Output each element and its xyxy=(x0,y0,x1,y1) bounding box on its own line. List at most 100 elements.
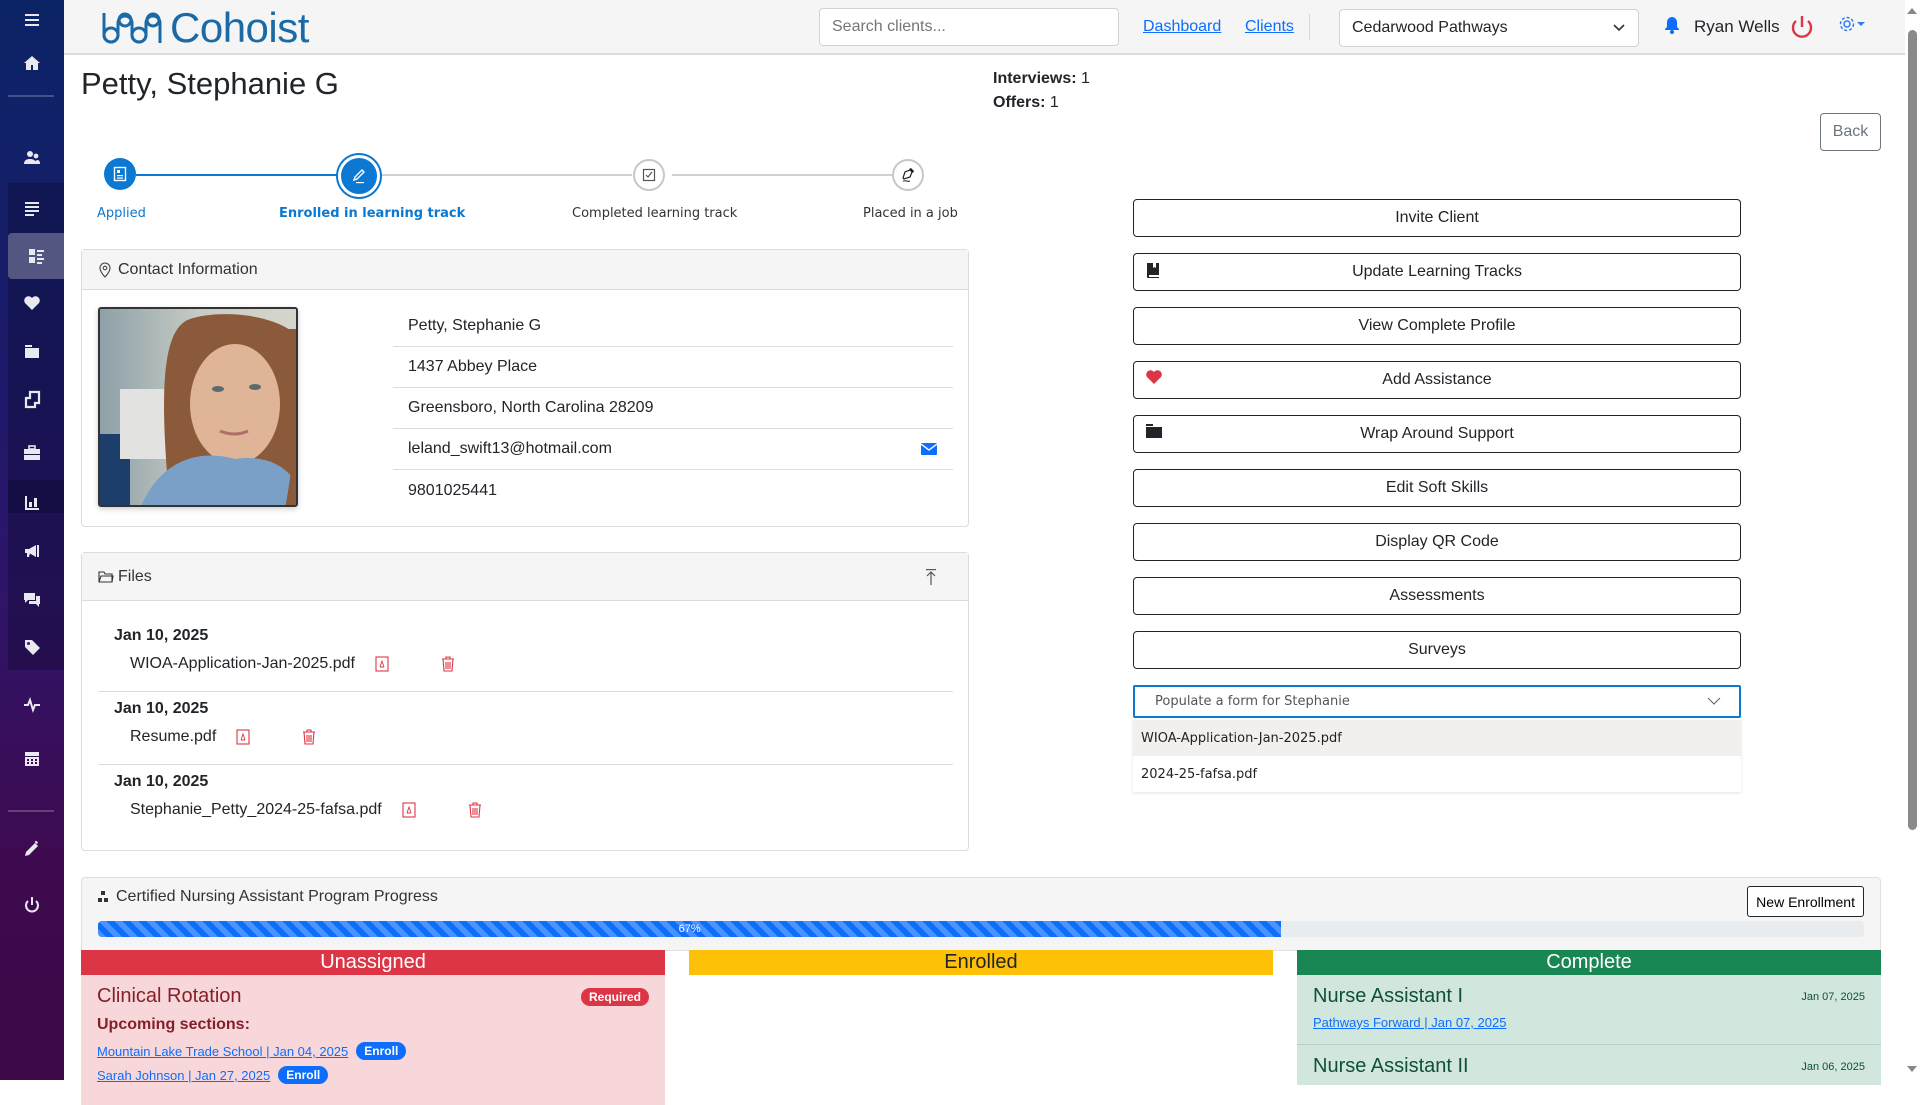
sidebar-item-announcements[interactable] xyxy=(0,528,64,574)
section-link[interactable]: Sarah Johnson | Jan 27, 2025 xyxy=(97,1068,270,1083)
program-title: Certified Nursing Assistant Program Prog… xyxy=(116,888,438,905)
cohoist-logo-icon xyxy=(102,12,162,44)
step-placed[interactable] xyxy=(892,159,924,191)
contact-name: Petty, Stephanie G xyxy=(393,306,953,347)
trash-icon[interactable] xyxy=(302,729,316,745)
sidebar-item-edit[interactable] xyxy=(0,826,64,872)
megaphone-icon xyxy=(25,545,39,557)
file-date: Jan 10, 2025 xyxy=(114,700,209,717)
sidebar-item-folder[interactable] xyxy=(0,328,64,374)
files-card-header: Files xyxy=(82,553,968,601)
sidebar-item-list[interactable] xyxy=(0,185,64,231)
sidebar-item-documents[interactable] xyxy=(0,376,64,422)
notifications-button[interactable] xyxy=(1664,16,1680,39)
pdf-icon[interactable] xyxy=(236,729,250,745)
contact-name-text: Petty, Stephanie G xyxy=(408,317,542,334)
sidebar-item-messages[interactable] xyxy=(0,576,64,622)
page-scrollbar[interactable] xyxy=(1905,0,1920,1080)
contact-address-line1: 1437 Abbey Place xyxy=(393,347,953,388)
pdf-icon[interactable] xyxy=(375,656,389,672)
sidebar-item-home[interactable] xyxy=(0,40,64,86)
sidebar-item-reports[interactable] xyxy=(0,480,64,526)
nav-clients-link[interactable]: Clients xyxy=(1245,18,1294,36)
step-connector xyxy=(672,174,892,176)
form-option[interactable]: WIOA-Application-Jan-2025.pdf xyxy=(1133,720,1741,756)
step-label-completed: Completed learning track xyxy=(572,206,738,221)
scroll-up-arrow[interactable] xyxy=(1907,8,1917,14)
column-enrolled: Enrolled xyxy=(689,950,1273,975)
nav-dashboard-link[interactable]: Dashboard xyxy=(1143,18,1221,36)
envelope-icon[interactable] xyxy=(921,443,937,455)
new-enrollment-button[interactable]: New Enrollment xyxy=(1747,886,1864,917)
sidebar-item-assistance[interactable] xyxy=(0,280,64,326)
wrap-around-support-button[interactable]: Wrap Around Support xyxy=(1133,415,1741,453)
invite-client-button[interactable]: Invite Client xyxy=(1133,199,1741,237)
menu-toggle[interactable] xyxy=(0,0,64,40)
upload-icon[interactable] xyxy=(924,568,938,586)
display-qr-code-label: Display QR Code xyxy=(1375,533,1499,550)
file-divider xyxy=(98,764,953,765)
populate-form-select[interactable]: Populate a form for Stephanie xyxy=(1133,685,1741,718)
display-qr-code-button[interactable]: Display QR Code xyxy=(1133,523,1741,561)
invite-client-label: Invite Client xyxy=(1395,209,1479,226)
contact-card-title: Contact Information xyxy=(118,260,258,278)
update-learning-tracks-button[interactable]: Update Learning Tracks xyxy=(1133,253,1741,291)
search-clients-input[interactable] xyxy=(819,8,1119,46)
document-icon xyxy=(113,166,127,182)
user-name[interactable]: Ryan Wells xyxy=(1694,17,1780,37)
documents-icon xyxy=(24,390,41,409)
sidebar-item-dashboard[interactable] xyxy=(8,233,64,279)
offers-count: 1 xyxy=(1049,94,1059,111)
file-name[interactable]: Resume.pdf xyxy=(130,728,216,746)
contact-address2-text: Greensboro, North Carolina 28209 xyxy=(408,399,654,416)
tag-icon xyxy=(25,640,40,655)
enroll-button[interactable]: Enroll xyxy=(278,1066,329,1084)
page-title: Petty, Stephanie G xyxy=(81,66,339,101)
trash-icon[interactable] xyxy=(468,802,482,818)
step-completed[interactable] xyxy=(633,159,665,191)
step-enrolled[interactable] xyxy=(338,155,380,197)
scroll-down-arrow[interactable] xyxy=(1907,1066,1917,1072)
sidebar-item-logout[interactable] xyxy=(0,882,64,928)
hamburger-icon xyxy=(25,14,39,26)
contact-information-card: Contact Information Petty, Stephanie G 1… xyxy=(81,249,969,527)
section-link[interactable]: Mountain Lake Trade School | Jan 04, 202… xyxy=(97,1044,348,1059)
trash-icon[interactable] xyxy=(441,656,455,672)
logout-button[interactable] xyxy=(1790,14,1814,45)
pdf-icon[interactable] xyxy=(402,802,416,818)
edit-soft-skills-label: Edit Soft Skills xyxy=(1385,479,1489,496)
scroll-thumb[interactable] xyxy=(1908,30,1917,830)
sidebar-item-calendar[interactable] xyxy=(0,736,64,782)
brand-logo[interactable]: Cohoist xyxy=(100,6,309,50)
step-label-placed: Placed in a job xyxy=(863,206,958,221)
settings-dropdown[interactable] xyxy=(1838,15,1866,33)
list-icon xyxy=(25,202,39,216)
assessments-button[interactable]: Assessments xyxy=(1133,577,1741,615)
course-name: Nurse Assistant II xyxy=(1313,1055,1469,1077)
surveys-button[interactable]: Surveys xyxy=(1133,631,1741,669)
sidebar-item-clients[interactable] xyxy=(0,135,64,181)
heart-icon xyxy=(1146,370,1162,384)
edit-soft-skills-button[interactable]: Edit Soft Skills xyxy=(1133,469,1741,507)
sidebar-item-jobs[interactable] xyxy=(0,430,64,476)
file-date: Jan 10, 2025 xyxy=(114,627,209,644)
file-row: Resume.pdf xyxy=(98,728,953,746)
add-assistance-button[interactable]: Add Assistance xyxy=(1133,361,1741,399)
checkbox-icon xyxy=(642,168,656,182)
enroll-button[interactable]: Enroll xyxy=(356,1042,407,1060)
files-card: Files Jan 10, 2025 WIOA-Application-Jan-… xyxy=(81,552,969,851)
file-name[interactable]: Stephanie_Petty_2024-25-fafsa.pdf xyxy=(130,801,382,819)
organization-select[interactable]: Cedarwood Pathways xyxy=(1339,9,1639,47)
section-link[interactable]: Pathways Forward | Jan 07, 2025 xyxy=(1313,1015,1506,1030)
file-name[interactable]: WIOA-Application-Jan-2025.pdf xyxy=(130,655,355,673)
back-button[interactable]: Back xyxy=(1820,113,1881,151)
view-complete-profile-button[interactable]: View Complete Profile xyxy=(1133,307,1741,345)
program-progress-bar: 67% xyxy=(98,921,1864,937)
sidebar-item-tags[interactable] xyxy=(0,624,64,670)
form-option[interactable]: 2024-25-fafsa.pdf xyxy=(1133,756,1741,792)
step-applied[interactable] xyxy=(104,158,136,190)
course-card: Clinical Rotation Required Upcoming sect… xyxy=(81,975,665,1105)
course-name: Clinical Rotation xyxy=(97,985,242,1007)
sidebar-item-activity[interactable] xyxy=(0,682,64,728)
program-progress-header: Certified Nursing Assistant Program Prog… xyxy=(98,888,438,906)
